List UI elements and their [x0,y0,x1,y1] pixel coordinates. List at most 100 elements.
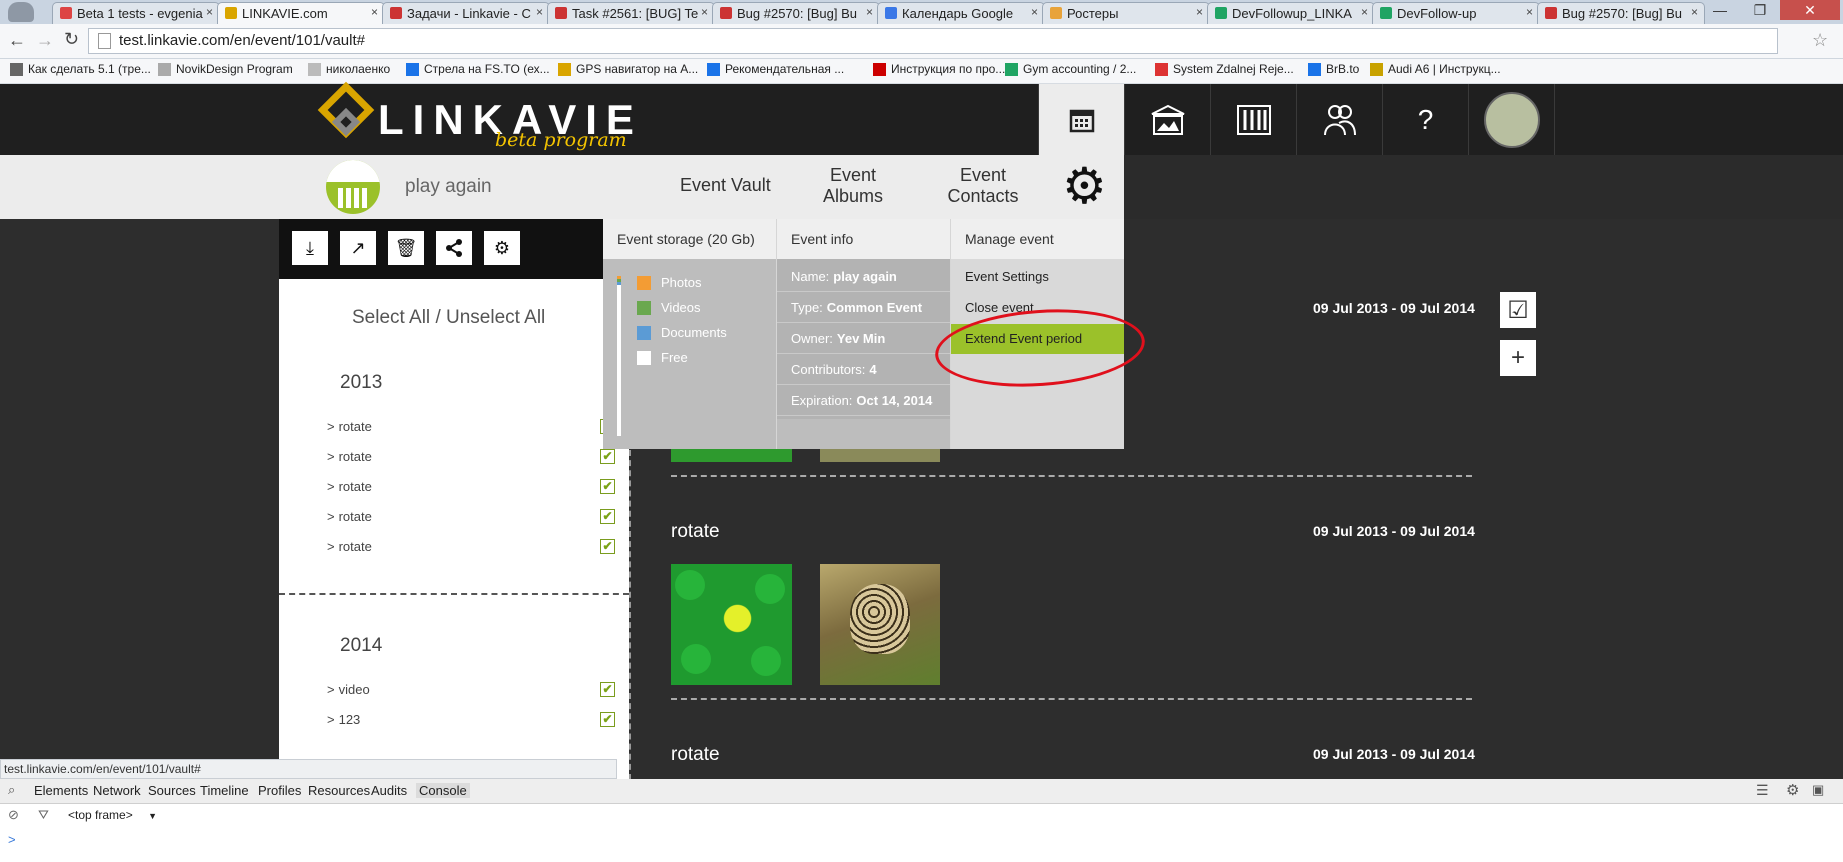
devtools-tab[interactable]: Resources [308,783,370,798]
forward-icon[interactable]: → [36,30,54,51]
list-item[interactable]: > rotate [327,419,372,434]
close-tab-icon[interactable]: × [371,5,378,19]
bookmark-item[interactable]: Стрела на FS.TO (ех... [406,62,550,76]
export-icon[interactable]: ↗ [340,231,376,265]
browser-tab[interactable]: DevFollowup_LINKA × [1207,2,1375,24]
close-tab-icon[interactable]: × [866,5,873,19]
bookmark-item[interactable]: Gym accounting / 2... [1005,62,1136,76]
contacts-icon[interactable] [1296,84,1382,155]
delete-icon[interactable]: 🗑 [388,231,424,265]
bookmark-item[interactable]: Инструкция по про... [873,62,1005,76]
bookmark-item[interactable]: System Zdalnej Reje... [1155,62,1294,76]
devtools-tab[interactable]: Sources [148,783,196,798]
browser-tab[interactable]: DevFollow-up × [1372,2,1540,24]
bookmark-item[interactable]: BrB.to [1308,62,1359,76]
clear-console-icon[interactable]: ⊘ [8,807,19,823]
dock-icon[interactable]: ▣ [1812,782,1824,798]
manage-event-item[interactable]: Event Settings [951,262,1124,292]
albums-icon[interactable] [1210,84,1296,155]
close-window-button[interactable]: ✕ [1780,0,1840,20]
devtools-tab[interactable]: Profiles [258,783,301,798]
avatar-cell[interactable] [1468,84,1554,155]
list-item-label: 123 [338,712,361,727]
browser-tab[interactable]: Bug #2570: [Bug] Bu × [1537,2,1705,24]
close-tab-icon[interactable]: × [1691,5,1698,19]
minimize-button[interactable]: — [1700,0,1740,20]
close-tab-icon[interactable]: × [1031,5,1038,19]
bookmark-label: Как сделать 5.1 (тре... [28,62,151,76]
item-checkbox[interactable]: ✔ [600,539,615,554]
bookmark-item[interactable]: GPS навигатор на А... [558,62,698,76]
bookmark-label: BrB.to [1326,62,1360,76]
browser-tab[interactable]: Ростеры × [1042,2,1210,24]
download-icon[interactable]: ⤓ [292,231,328,265]
add-icon[interactable]: + [1500,340,1536,376]
drawer-icon[interactable]: ☰ [1756,782,1769,799]
nav-event-vault[interactable]: Event Vault [680,175,771,196]
list-item[interactable]: > rotate [327,509,372,524]
tab-favicon-icon [1545,7,1557,19]
devtools-tab[interactable]: Timeline [200,783,249,798]
reload-icon[interactable]: ↻ [64,29,79,50]
bookmark-item[interactable]: Audi A6 | Инструкц... [1370,62,1501,76]
bookmark-item[interactable]: николаенко [308,62,390,76]
inspect-icon[interactable]: ⌕ [8,782,15,798]
tab-title: Задачи - Linkavie - С [407,6,531,21]
close-tab-icon[interactable]: × [701,5,708,19]
thumb-smiley[interactable] [671,564,792,685]
devtools-settings-icon[interactable]: ⚙ [1786,781,1799,799]
list-item[interactable]: > rotate [327,449,372,464]
item-checkbox[interactable]: ✔ [600,712,615,727]
unselect-all-link[interactable]: Unselect All [446,307,545,328]
year-2013[interactable]: 2013 [340,372,382,394]
list-item-label: video [338,682,370,697]
thumb-cheetah[interactable] [820,564,940,685]
calendar-icon[interactable] [1038,84,1124,155]
nav-event-contacts[interactable]: Event Contacts [946,165,1020,207]
close-tab-icon[interactable]: × [206,5,213,19]
select-all-link[interactable]: Select All [352,307,430,328]
settings-gear-icon[interactable]: ⚙ [1062,158,1107,214]
close-tab-icon[interactable]: × [1196,5,1203,19]
item-checkbox[interactable]: ✔ [600,682,615,697]
star-icon[interactable]: ☆ [1812,30,1828,51]
select-checkbox-icon[interactable]: ☑ [1500,292,1536,328]
browser-tab[interactable]: Beta 1 tests - evgenia × [52,2,220,24]
devtools-tab[interactable]: Elements [34,783,88,798]
avatar[interactable] [1483,91,1540,148]
item-checkbox[interactable]: ✔ [600,509,615,524]
address-bar[interactable]: test.linkavie.com/en/event/101/vault# [88,28,1778,54]
browser-tab[interactable]: LINKAVIE.com × [217,2,385,24]
item-checkbox[interactable]: ✔ [600,449,615,464]
list-item[interactable]: > video [327,682,370,697]
console-prompt[interactable]: > [8,832,16,847]
browser-tab[interactable]: Task #2561: [BUG] Te × [547,2,715,24]
devtools-tab[interactable]: Audits [371,783,407,798]
close-tab-icon[interactable]: × [536,5,543,19]
close-tab-icon[interactable]: × [1361,5,1368,19]
event-avatar[interactable] [326,160,380,214]
back-icon[interactable]: ← [8,30,26,51]
settings-icon[interactable]: ⚙ [484,231,520,265]
filter-icon[interactable]: ⛛ [38,807,49,823]
maximize-button[interactable]: ❐ [1740,0,1780,20]
devtools-tab[interactable]: Console [416,783,470,798]
browser-tab[interactable]: Календарь Google × [877,2,1045,24]
nav-event-albums[interactable]: Event Albums [820,165,886,207]
frame-selector[interactable]: <top frame> ▼ [68,808,157,822]
close-tab-icon[interactable]: × [1526,5,1533,19]
help-icon[interactable]: ? [1382,84,1468,155]
photo-vault-icon[interactable] [1124,84,1210,155]
item-checkbox[interactable]: ✔ [600,479,615,494]
devtools-tab[interactable]: Network [93,783,141,798]
year-2014[interactable]: 2014 [340,635,382,657]
browser-tab[interactable]: Задачи - Linkavie - С × [382,2,550,24]
bookmark-item[interactable]: Рекомендательная ... [707,62,844,76]
bookmark-item[interactable]: Как сделать 5.1 (тре... [10,62,151,76]
list-item[interactable]: > rotate [327,539,372,554]
bookmark-item[interactable]: NovikDesign Program [158,62,293,76]
share-icon[interactable] [436,231,472,265]
list-item[interactable]: >123 [327,712,360,727]
browser-tab[interactable]: Bug #2570: [Bug] Bu × [712,2,880,24]
list-item[interactable]: > rotate [327,479,372,494]
